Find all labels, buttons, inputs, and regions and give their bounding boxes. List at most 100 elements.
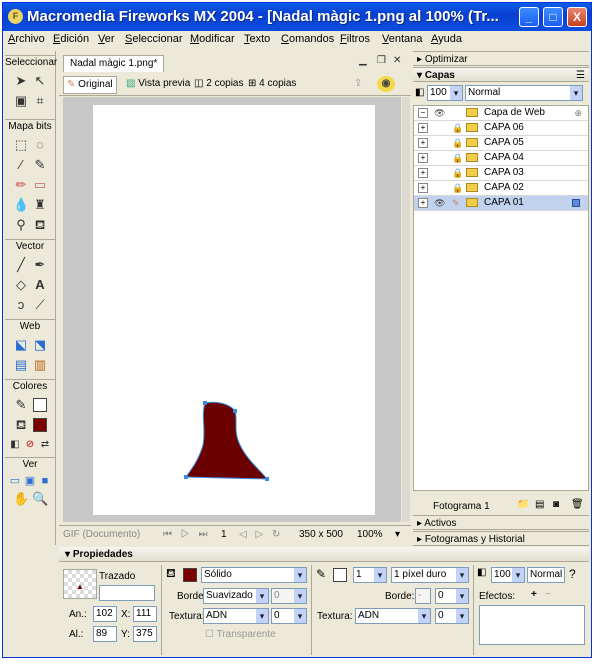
show-slices-icon[interactable]: ▥ xyxy=(32,357,48,373)
optimize-panel-header[interactable]: ▸ Optimizar xyxy=(413,51,589,66)
object-blend-mode-field[interactable]: Normal xyxy=(527,567,565,583)
height-field[interactable]: 89 xyxy=(93,626,117,642)
menu-ayuda[interactable]: Ayuda xyxy=(431,33,462,45)
zoom-dropdown-icon[interactable]: ▾ xyxy=(395,529,400,540)
minimize-button[interactable]: _ xyxy=(519,7,539,27)
tab-original[interactable]: ✎ Original xyxy=(63,76,117,94)
layer-row[interactable]: − 👁 Capa de Web ⊕ xyxy=(414,106,588,121)
lock-icon[interactable]: 🔒 xyxy=(452,166,463,180)
transparent-checkbox[interactable]: ☐ Transparente xyxy=(205,629,276,640)
fill-color-swatch[interactable] xyxy=(183,568,197,582)
document-tab[interactable]: Nadal màgic 1.png* xyxy=(63,55,165,72)
eye-icon[interactable]: 👁 xyxy=(434,196,445,210)
swap-colors-icon[interactable]: ⇄ xyxy=(37,437,53,453)
fill-color-swatch[interactable] xyxy=(33,418,47,432)
title-bar[interactable]: F Macromedia Fireworks MX 2004 - [Nadal … xyxy=(3,3,591,31)
stroke-color-swatch[interactable] xyxy=(33,398,47,412)
tab-2-up[interactable]: ◫ 2 copias xyxy=(191,76,246,92)
default-colors-icon[interactable]: ◧ xyxy=(7,437,23,453)
eraser-icon[interactable]: ▭ xyxy=(32,177,48,193)
close-button[interactable]: X xyxy=(567,7,587,27)
doc-close-icon[interactable]: ✕ xyxy=(393,55,401,66)
pen-icon[interactable]: ✒ xyxy=(32,257,48,273)
rubber-stamp-icon[interactable]: ♜ xyxy=(32,197,48,213)
menu-edicion[interactable]: Edición xyxy=(53,33,89,45)
width-field[interactable]: 102 xyxy=(93,606,117,622)
fireworks-app-icon[interactable]: F xyxy=(8,9,23,24)
x-field[interactable]: 111 xyxy=(133,606,157,622)
panel-options-icon[interactable]: ☰ xyxy=(576,68,585,83)
new-sublayer-icon[interactable]: 📁 xyxy=(517,499,529,510)
marquee-icon[interactable]: ⬚ xyxy=(13,137,29,153)
doc-minimize-icon[interactable]: ▁ xyxy=(359,55,367,66)
selected-path-shape[interactable] xyxy=(185,401,269,480)
stroke-edge-amount[interactable]: 0 xyxy=(435,588,469,604)
magic-wand-icon[interactable]: ⁄ xyxy=(13,157,29,173)
stroke-size-select[interactable]: 1 xyxy=(353,567,387,583)
paint-bucket-icon[interactable]: ⛾ xyxy=(32,217,48,233)
y-field[interactable]: 375 xyxy=(133,626,157,642)
lock-icon[interactable]: 🔒 xyxy=(452,151,463,165)
eyedropper-icon[interactable]: ⚲ xyxy=(13,217,29,233)
object-opacity-field[interactable]: 100 xyxy=(491,567,525,583)
effects-list[interactable] xyxy=(479,605,585,645)
knife-icon[interactable]: ⟋ xyxy=(32,297,48,313)
add-effect-icon[interactable]: + xyxy=(531,589,537,600)
remove-effect-icon[interactable]: − xyxy=(545,589,551,600)
layer-opacity-field[interactable]: 100 xyxy=(427,85,463,101)
expand-icon[interactable]: + xyxy=(418,183,428,193)
expand-icon[interactable]: + xyxy=(418,168,428,178)
assets-panel-header[interactable]: ▸ Activos xyxy=(413,515,589,530)
layer-row[interactable]: + 🔒 CAPA 02 xyxy=(414,181,588,196)
full-screen-mode-icon[interactable]: ■ xyxy=(37,473,53,489)
properties-header[interactable]: ▾ Propiedades xyxy=(59,547,589,562)
menu-modificar[interactable]: Modificar xyxy=(190,33,235,45)
full-screen-menus-icon[interactable]: ▣ xyxy=(22,473,38,489)
rectangle-icon[interactable]: ◇ xyxy=(13,277,29,293)
expand-icon[interactable]: + xyxy=(418,198,428,208)
expand-icon[interactable]: + xyxy=(418,138,428,148)
zoom-icon[interactable]: 🔍 xyxy=(32,491,48,507)
layer-row[interactable]: + 🔒 CAPA 05 xyxy=(414,136,588,151)
quick-export-icon[interactable]: ⇪ xyxy=(351,76,365,92)
fill-texture-select[interactable]: ADN xyxy=(203,608,269,624)
hand-icon[interactable]: ✋ xyxy=(13,491,29,507)
collapse-icon[interactable]: − xyxy=(418,108,428,118)
menu-texto[interactable]: Texto xyxy=(244,33,270,45)
menu-ventana[interactable]: Ventana xyxy=(382,33,422,45)
tab-4-up[interactable]: ⊞ 4 copias xyxy=(245,76,299,92)
path-point-handle[interactable] xyxy=(265,477,269,481)
layer-row[interactable]: + 🔒 CAPA 04 xyxy=(414,151,588,166)
stroke-texture-amount[interactable]: 0 xyxy=(435,608,469,624)
menu-ver[interactable]: Ver xyxy=(98,33,115,45)
path-point-handle[interactable] xyxy=(233,409,237,413)
stroke-color-swatch[interactable] xyxy=(333,568,347,582)
hide-slices-icon[interactable]: ▤ xyxy=(13,357,29,373)
brush-icon[interactable]: ✎ xyxy=(32,157,48,173)
doc-restore-icon[interactable]: ❐ xyxy=(377,55,386,66)
document-canvas[interactable] xyxy=(93,105,375,515)
lock-icon[interactable]: 🔒 xyxy=(452,136,463,150)
text-tool-icon[interactable]: A xyxy=(32,277,48,293)
stroke-type-select[interactable]: 1 píxel duro xyxy=(391,567,469,583)
trash-icon[interactable]: 🗑 xyxy=(571,499,584,510)
line-icon[interactable]: ╱ xyxy=(13,257,29,273)
slice-icon[interactable]: ⬔ xyxy=(32,337,48,353)
layer-row[interactable]: + 🔒 CAPA 03 xyxy=(414,166,588,181)
lasso-icon[interactable]: ◌ xyxy=(32,137,48,153)
fill-texture-amount[interactable]: 0 xyxy=(271,608,307,624)
layer-row[interactable]: + 🔒 CAPA 06 xyxy=(414,121,588,136)
scale-icon[interactable]: ▣ xyxy=(13,93,29,109)
crop-icon[interactable]: ⌗ xyxy=(32,93,48,109)
layer-row-selected[interactable]: + 👁 ✎ CAPA 01 xyxy=(414,196,588,211)
zoom-level[interactable]: 100% xyxy=(357,529,383,540)
no-color-icon[interactable]: ⊘ xyxy=(22,437,38,453)
panel-collapse-strip[interactable] xyxy=(402,97,410,522)
tab-preview[interactable]: ▨ Vista previa xyxy=(123,76,193,92)
stroke-texture-select[interactable]: ADN xyxy=(355,608,431,624)
fill-type-select[interactable]: Sólido xyxy=(201,567,307,583)
launch-dreamweaver-icon[interactable]: ◉ xyxy=(377,76,395,92)
expand-icon[interactable]: + xyxy=(418,123,428,133)
freeform-icon[interactable]: ↄ xyxy=(13,297,29,313)
new-layer-icon[interactable]: ▤ xyxy=(535,499,544,510)
